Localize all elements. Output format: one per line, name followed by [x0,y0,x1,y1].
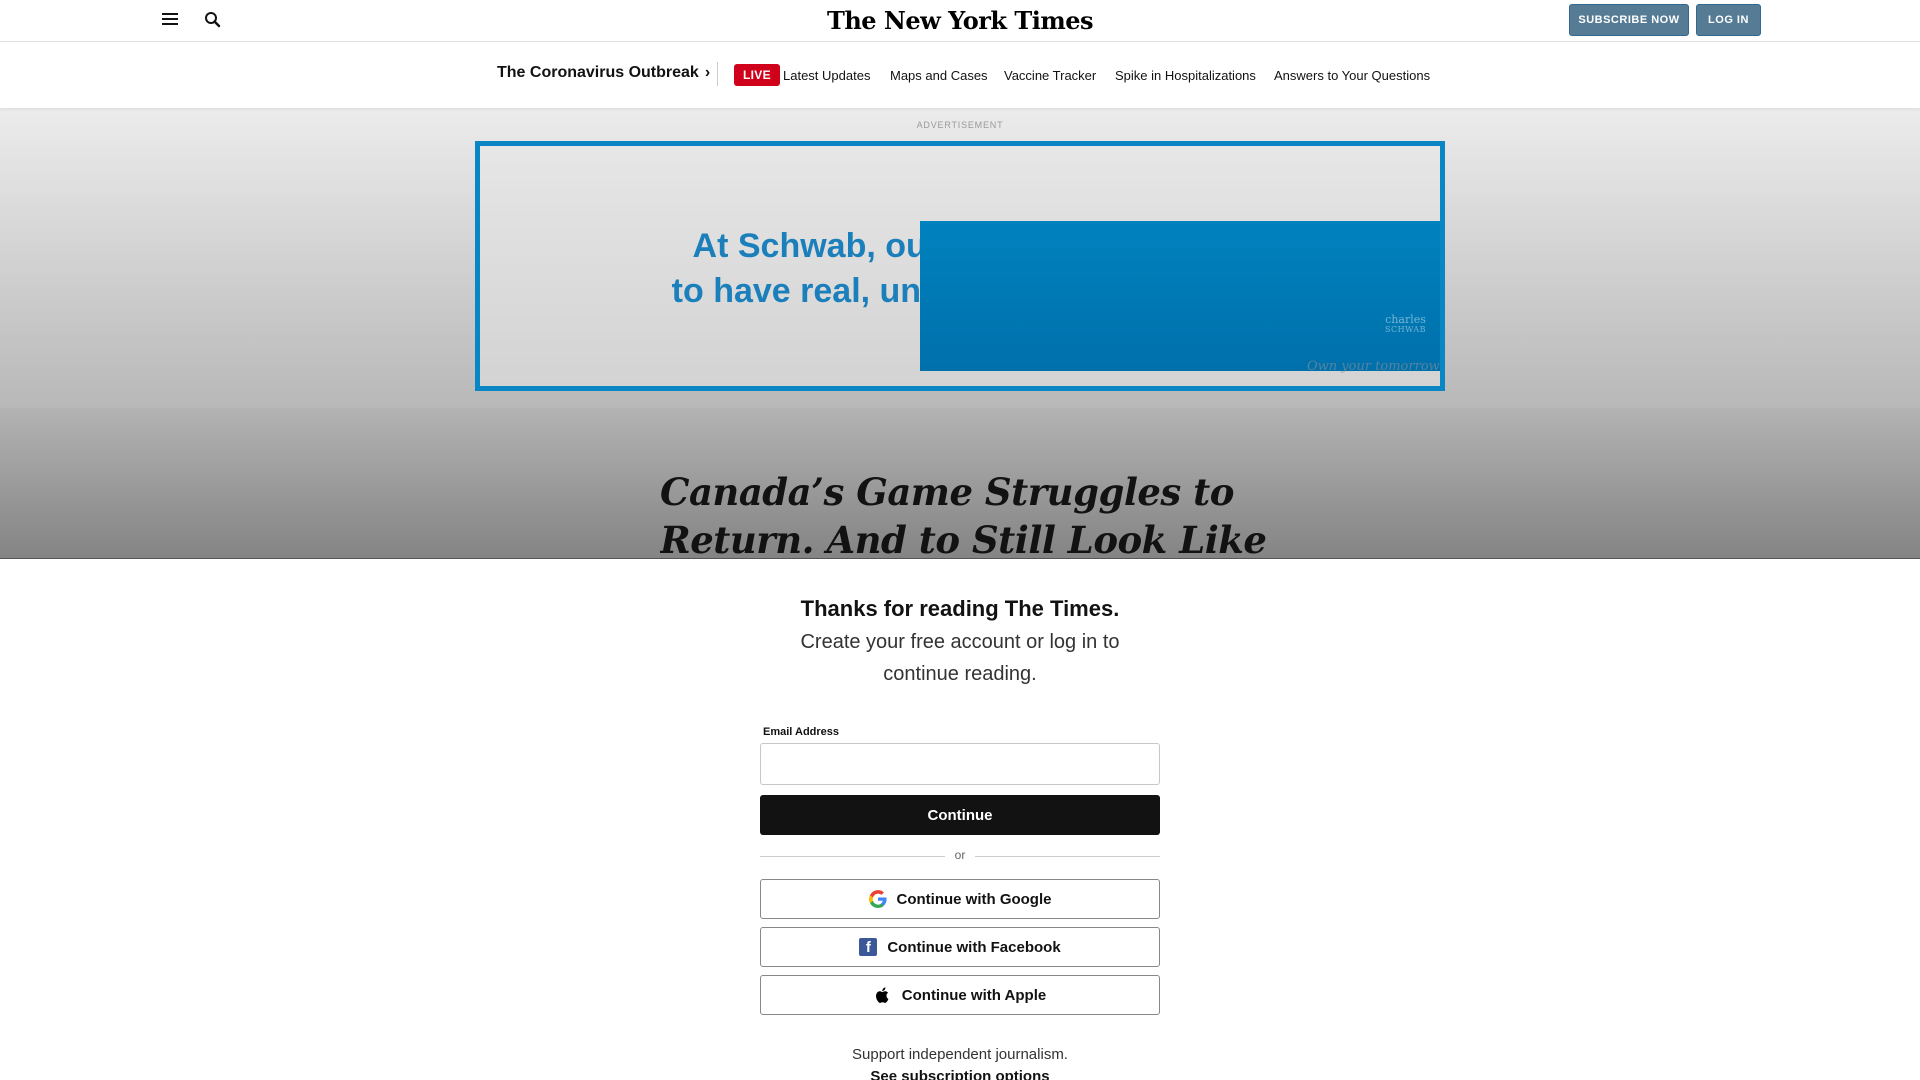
continue-with-facebook-button[interactable]: f Continue with Facebook [760,927,1160,967]
log-in-button[interactable]: LOG IN [1696,4,1761,36]
ad-brand-line1: charles [1385,313,1426,326]
search-icon[interactable] [204,11,222,29]
ad-headline: At Schwab, our to have real, uns [660,224,940,314]
regwall-subtitle: Create your free account or log in to co… [800,631,1120,685]
apple-icon [875,987,889,1003]
apple-button-label: Continue with Apple [901,986,1047,1004]
or-label: or [954,848,966,862]
nav-divider [717,62,718,86]
schwab-logo: charles SCHWAB [1385,313,1427,335]
schwab-ad-banner[interactable]: At Schwab, our to have real, uns charles… [475,141,1445,391]
coronavirus-outbreak-link[interactable]: The Coronavirus Outbreak › [497,64,710,82]
nav-link-maps-and-cases[interactable]: Maps and Cases [890,68,988,83]
live-badge: LIVE [734,64,780,86]
subscribe-now-button[interactable]: SUBSCRIBE NOW [1569,4,1689,36]
coronavirus-outbreak-label: The Coronavirus Outbreak [497,64,699,81]
article-headline: Canada’s Game Struggles to Return. And t… [660,470,1267,558]
continue-button[interactable]: Continue [760,795,1160,835]
continue-with-apple-button[interactable]: Continue with Apple [760,975,1160,1015]
nav-link-answers-to-questions[interactable]: Answers to Your Questions [1274,68,1430,83]
nav-link-latest-updates[interactable]: Latest Updates [783,68,870,83]
google-button-label: Continue with Google [896,890,1052,908]
google-icon [868,890,887,908]
ad-tagline: Own your tomorrow [1307,359,1440,374]
coronavirus-nav-bar: The Coronavirus Outbreak › LIVE Latest U… [0,43,1920,108]
continue-with-google-button[interactable]: Continue with Google [760,879,1160,919]
facebook-icon: f [859,938,878,956]
chevron-right-icon: › [704,64,711,81]
advertisement-label: ADVERTISEMENT [916,120,1004,130]
ad-headline-line2: to have real, uns [671,272,940,310]
nav-link-spike-in-hospitalizations[interactable]: Spike in Hospitalizations [1115,68,1256,83]
regwall-title: Thanks for reading The Times. [800,596,1120,621]
email-address-label: Email Address [763,726,840,738]
ad-headline-line1: At Schwab, our [692,227,940,265]
masthead: The New York Times SUBSCRIBE NOW LOG IN [0,0,1920,42]
hamburger-menu-icon[interactable] [162,13,178,27]
nav-link-vaccine-tracker[interactable]: Vaccine Tracker [1004,68,1096,83]
subscription-options-link[interactable]: See subscription options [0,1068,1920,1080]
email-address-input[interactable] [760,743,1160,785]
ad-blue-panel [920,221,1440,371]
facebook-button-label: Continue with Facebook [887,938,1061,956]
support-journalism-text: Support independent journalism. [852,1046,1068,1063]
ad-brand-line2: SCHWAB [1385,325,1427,334]
